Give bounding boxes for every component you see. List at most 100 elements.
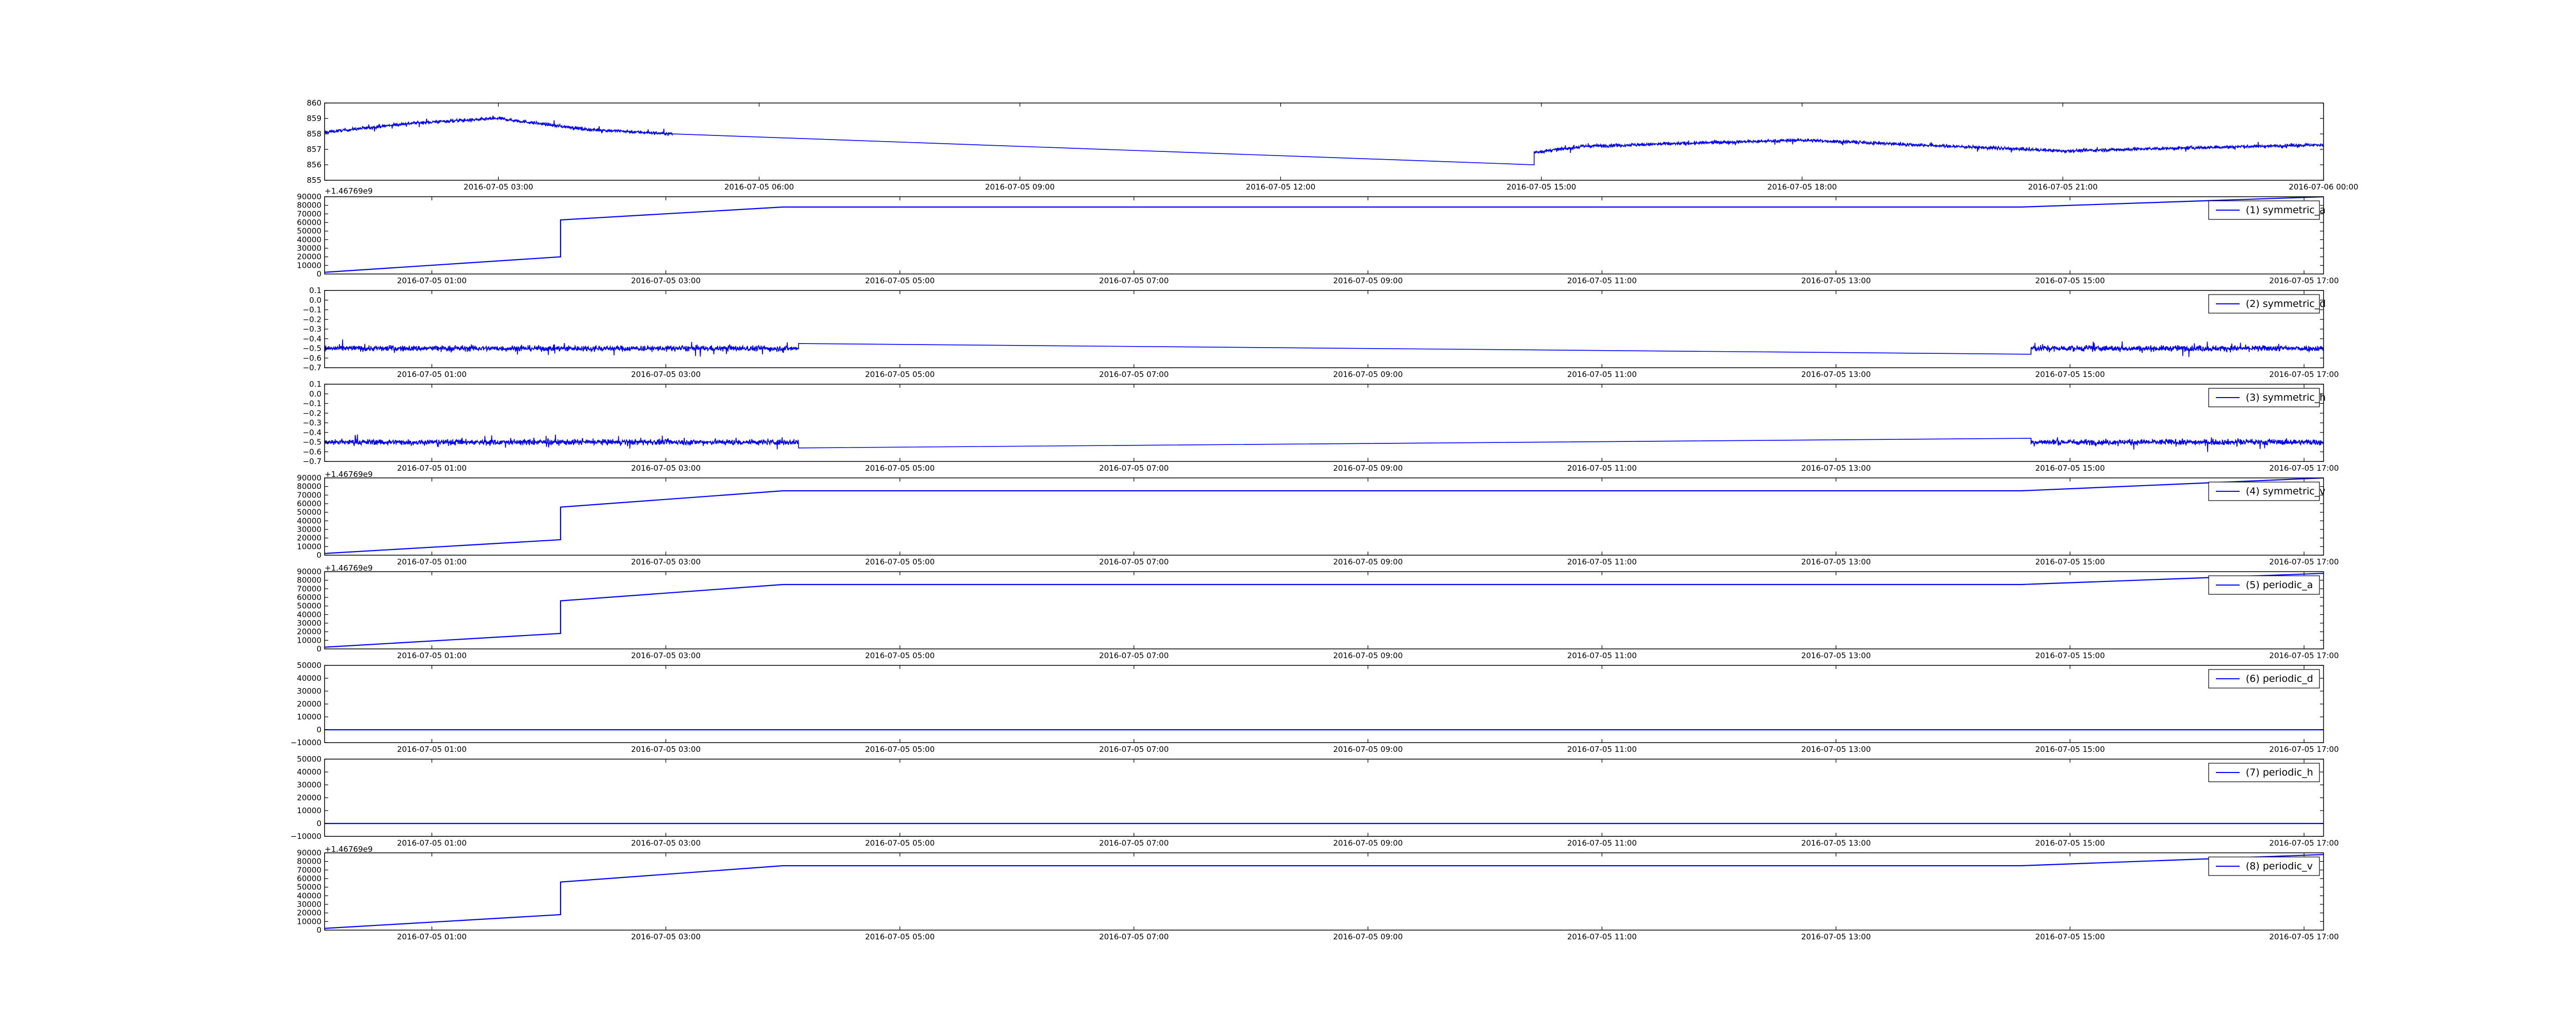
y-tick-label: 30000 (297, 619, 321, 628)
x-tick-label: 2016-07-05 01:00 (397, 557, 467, 566)
y-tick-label: 40000 (297, 235, 321, 244)
x-tick-label: 2016-07-05 11:00 (1567, 745, 1637, 754)
x-tick-label: 2016-07-05 03:00 (631, 464, 701, 473)
plot-area (325, 339, 2324, 357)
x-tick-label: 2016-07-05 17:00 (2269, 838, 2339, 848)
x-tick-label: 2016-07-05 07:00 (1099, 464, 1168, 473)
y-tick-label: 30000 (297, 525, 321, 534)
y-tick-label: −0.2 (303, 315, 321, 324)
legend: (1) symmetric_a (2208, 200, 2326, 220)
y-tick-label: 20000 (297, 534, 321, 543)
y-tick-label: 10000 (297, 542, 321, 551)
x-tick-label: 2016-07-05 15:00 (2035, 745, 2105, 754)
y-tick-label: 857 (307, 145, 321, 154)
x-tick-label: 2016-07-05 09:00 (1333, 557, 1403, 566)
y-tick-label: 50000 (297, 661, 321, 670)
y-tick-label: 0.1 (309, 286, 321, 295)
y-tick-label: 855 (307, 176, 321, 185)
x-tick-label: 2016-07-05 07:00 (1099, 651, 1168, 660)
y-tick-label: 30000 (297, 780, 321, 789)
axes-frame (324, 759, 2324, 837)
y-tick-label: 40000 (297, 674, 321, 683)
x-tick-label: 2016-07-05 09:00 (985, 182, 1055, 192)
y-tick-label: −0.7 (303, 363, 321, 372)
x-tick-label: 2016-07-05 17:00 (2269, 932, 2339, 941)
y-tick-label: 90000 (297, 567, 321, 576)
x-tick-label: 2016-07-05 01:00 (397, 838, 467, 848)
y-tick-label: 860 (307, 98, 321, 108)
y-tick-label: −0.4 (303, 334, 321, 344)
y-tick-label: 20000 (297, 627, 321, 637)
x-tick-label: 2016-07-05 05:00 (865, 651, 935, 660)
legend: (2) symmetric_d (2208, 294, 2326, 314)
x-tick-label: 2016-07-05 09:00 (1333, 651, 1403, 660)
plot-area (325, 434, 2324, 452)
y-tick-label: −0.1 (303, 399, 321, 408)
y-tick-label: 0 (316, 925, 321, 935)
series-line (325, 339, 2324, 357)
y-tick-label: 50000 (297, 754, 321, 764)
subplot-7: −10000 0 10000 20000 30000 40000 50000 2016-07-… (291, 754, 2339, 848)
x-tick-label: 2016-07-05 13:00 (1801, 651, 1871, 660)
x-tick-label: 2016-07-05 17:00 (2269, 464, 2339, 473)
subplot-raw: 855 856 857 858 859 860 2016-07-05 03:00 2016-0… (307, 98, 2358, 196)
y-tick-label: −0.2 (303, 408, 321, 418)
subplot-5: 0100002000030000400005000060000700008000… (297, 563, 2338, 660)
x-tick-label: 2016-07-05 03:00 (631, 745, 701, 754)
x-tick-label: 2016-07-05 03:00 (631, 557, 701, 566)
x-tick-label: 2016-07-05 07:00 (1099, 276, 1168, 285)
x-tick-label: 2016-07-05 15:00 (2035, 276, 2105, 285)
x-tick-label: 2016-07-05 07:00 (1099, 370, 1168, 379)
x-tick-label: 2016-07-05 11:00 (1567, 557, 1637, 566)
legend-label: (1) symmetric_a (2246, 204, 2326, 216)
x-tick-label: 2016-07-05 15:00 (2035, 651, 2105, 660)
axes-frame (324, 102, 2324, 181)
series-line (325, 854, 2324, 929)
y-tick-label: 20000 (297, 793, 321, 802)
axes-frame (324, 852, 2324, 931)
y-tick-label: 40000 (297, 767, 321, 777)
y-tick-label: 0.1 (309, 380, 321, 389)
x-tick-label: 2016-07-05 15:00 (1506, 182, 1576, 192)
x-tick-label: 2016-07-05 03:00 (631, 370, 701, 379)
x-tick-label: 2016-07-05 05:00 (865, 838, 935, 848)
offset-label: +1.46769e9 (325, 186, 372, 196)
axes-frame (324, 384, 2324, 462)
legend-label: (8) periodic_v (2246, 861, 2313, 872)
x-tick-label: 2016-07-05 06:00 (724, 182, 794, 192)
x-tick-label: 2016-07-05 13:00 (1801, 276, 1871, 285)
x-tick-label: 2016-07-05 01:00 (397, 276, 467, 285)
y-tick-label: −0.6 (303, 353, 321, 363)
y-tick-label: 40000 (297, 891, 321, 900)
legend-label: (4) symmetric_v (2246, 486, 2326, 497)
y-tick-label: 30000 (297, 244, 321, 253)
series-line (325, 434, 2324, 452)
x-tick-label: 2016-07-05 01:00 (397, 745, 467, 754)
y-tick-label: 0 (316, 644, 321, 654)
y-tick-label: 10000 (297, 636, 321, 645)
series-line (325, 478, 2324, 554)
subplot-1: 0100002000030000400005000060000700008000… (297, 192, 2338, 285)
x-tick-label: 2016-07-05 03:00 (631, 932, 701, 941)
x-tick-label: 2016-07-05 11:00 (1567, 370, 1637, 379)
axes-frame (324, 477, 2324, 556)
subplot-4: 0100002000030000400005000060000700008000… (297, 470, 2338, 566)
x-tick-label: 2016-07-05 17:00 (2269, 276, 2339, 285)
x-tick-label: 2016-07-05 07:00 (1099, 838, 1168, 848)
y-tick-label: 10000 (297, 712, 321, 722)
y-tick-label: 0.0 (309, 296, 321, 305)
x-tick-label: 2016-07-05 05:00 (865, 370, 935, 379)
x-tick-label: 2016-07-05 15:00 (2035, 932, 2105, 941)
y-tick-label: 0 (316, 725, 321, 734)
x-tick-label: 2016-07-05 09:00 (1333, 745, 1403, 754)
x-tick-label: 2016-07-05 17:00 (2269, 745, 2339, 754)
y-tick-label: 60000 (297, 874, 321, 883)
y-tick-label: 80000 (297, 576, 321, 585)
legend-label: (3) symmetric_h (2246, 392, 2326, 403)
series-line (325, 115, 2324, 165)
x-tick-label: 2016-07-05 13:00 (1801, 838, 1871, 848)
series-line (325, 573, 2324, 648)
x-tick-label: 2016-07-05 11:00 (1567, 651, 1637, 660)
y-tick-label: 40000 (297, 610, 321, 619)
x-tick-label: 2016-07-05 15:00 (2035, 557, 2105, 566)
